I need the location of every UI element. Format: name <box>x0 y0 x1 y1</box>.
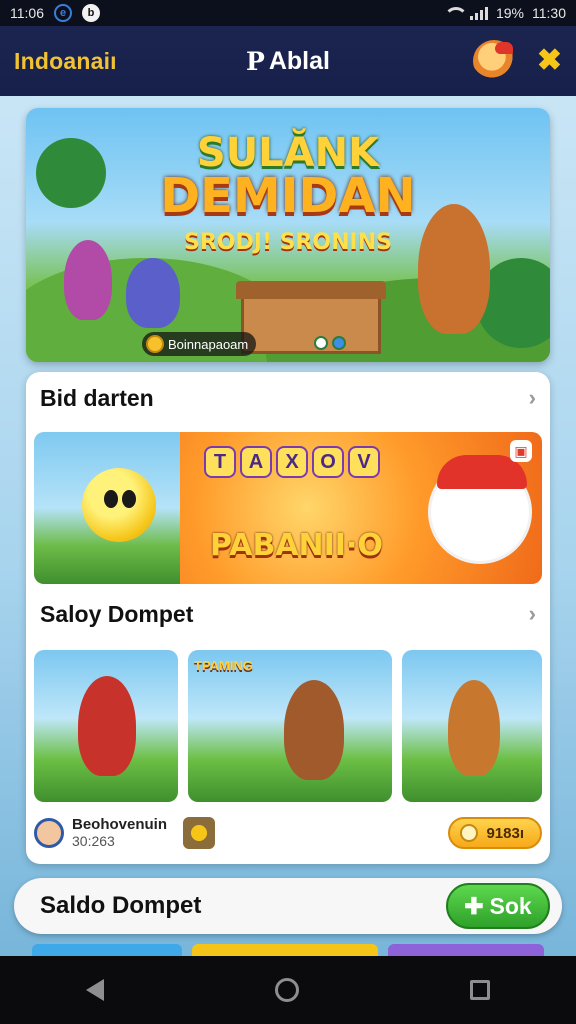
letter-tile: T <box>204 446 236 478</box>
arrow-left-icon: ✚ <box>464 892 484 919</box>
hero-title-line2: DEMIDAN <box>160 168 416 224</box>
back-icon[interactable] <box>85 979 104 1001</box>
recent-apps-icon[interactable] <box>470 980 491 1000</box>
header-title-group: P Ablal <box>246 47 330 76</box>
game-character <box>284 680 344 780</box>
gift-icon[interactable]: ▣ <box>510 440 532 462</box>
game-subtext: 30:263 <box>72 832 115 849</box>
wallet-bar: Saldo Dompet ✚ Sok <box>14 878 562 934</box>
smiley-character <box>82 468 156 542</box>
chevron-right-icon[interactable]: › <box>529 601 536 627</box>
status-bar: 11:06 e b 19% 11:30 <box>0 0 576 26</box>
game-character <box>448 680 500 776</box>
coin-balance-button[interactable]: 9183ı <box>448 817 542 849</box>
chevron-right-icon[interactable]: › <box>529 385 536 411</box>
user-avatar[interactable] <box>472 40 515 82</box>
game-name: Beohovenuin <box>72 816 168 834</box>
feature-title: PABANII·O <box>210 528 383 563</box>
main-card: Bid darten › T A X O V PABANII·O ▣ Saloy… <box>26 372 550 864</box>
status-clock: 11:30 <box>532 5 566 21</box>
letter-tile: X <box>276 446 308 478</box>
section-header-bid[interactable]: Bid darten › <box>26 372 550 424</box>
hero-caption-text: Boinnapaoam <box>168 336 249 352</box>
featured-game-banner[interactable]: T A X O V PABANII·O ▣ <box>34 432 542 584</box>
game-thumbnails: TPAMING <box>34 650 542 802</box>
letter-tile: V <box>348 446 380 478</box>
app-notification-icon: e <box>54 4 72 22</box>
hero-caption: Boinnapaoam <box>142 332 257 356</box>
letter-tile: O <box>312 446 344 478</box>
coin-icon <box>146 335 164 353</box>
coin-icon <box>460 824 479 842</box>
hero-banner[interactable]: SULĂNK DEMIDAN SRODJ! SRONINS Boinnapaoa… <box>26 108 550 362</box>
tab-strip[interactable] <box>32 944 182 956</box>
home-icon[interactable] <box>274 978 299 1002</box>
game-info-row: Beohovenuin 30:263 9183ı <box>34 810 542 856</box>
wallet-title: Saldo Dompet <box>40 892 202 919</box>
close-icon[interactable]: ✖ <box>537 46 562 76</box>
battery-percent: 19% <box>495 5 524 21</box>
sok-button[interactable]: ✚ Sok <box>446 883 550 929</box>
header-left-label[interactable]: Indoanaiı <box>14 48 117 75</box>
app-logo-icon: P <box>246 46 265 76</box>
section-header-dompet[interactable]: Saloy Dompet › <box>26 588 550 640</box>
signal-icon <box>469 6 488 20</box>
game-character <box>78 676 136 776</box>
wifi-icon <box>443 6 468 20</box>
cat-character <box>428 455 532 564</box>
tab-strip[interactable] <box>192 944 378 956</box>
player-avatar <box>34 818 64 848</box>
chat-notification-icon: b <box>82 4 100 22</box>
game-mini-icon[interactable] <box>183 817 216 849</box>
game-thumb[interactable] <box>402 650 542 802</box>
feature-thumb-right: T A X O V PABANII·O ▣ <box>180 432 542 584</box>
hero-character <box>126 258 180 328</box>
hero-house <box>236 281 386 354</box>
system-nav-bar <box>0 956 576 1024</box>
game-thumb[interactable] <box>34 650 178 802</box>
hero-subtitle: SRODJ! SRONINS <box>184 230 392 255</box>
letter-tiles: T A X O V <box>204 446 380 478</box>
sok-button-label: Sok <box>489 892 532 919</box>
coin-value: 9183ı <box>486 824 524 842</box>
app-header: Indoanaiı P Ablal ✖ <box>0 26 576 96</box>
status-time: 11:06 <box>10 5 44 21</box>
game-thumb[interactable]: TPAMING <box>188 650 392 802</box>
thumb-label: TPAMING <box>194 658 253 673</box>
section-title: Saloy Dompet <box>40 600 194 627</box>
section-title: Bid darten <box>40 384 154 411</box>
header-title: Ablal <box>268 46 330 75</box>
carousel-dots[interactable] <box>314 336 346 350</box>
letter-tile: A <box>240 446 272 478</box>
feature-thumb-left <box>34 432 180 584</box>
tab-strip[interactable] <box>388 944 544 956</box>
